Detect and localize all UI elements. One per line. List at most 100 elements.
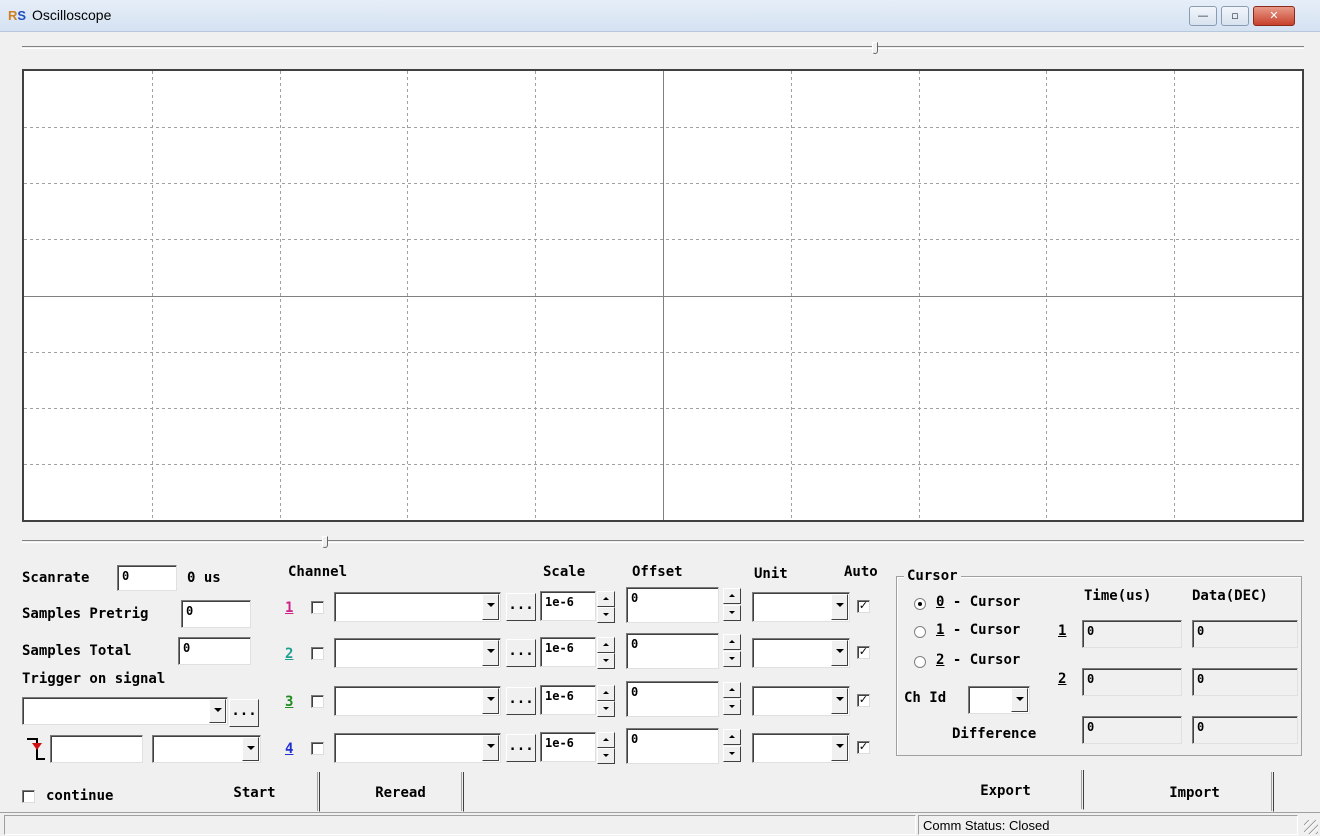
scale-spinner[interactable] [597,685,615,717]
channel-offset-input[interactable]: 0 [626,587,719,623]
spin-up-icon[interactable] [723,729,741,745]
scanrate-input[interactable]: 0 [117,565,177,591]
channel-unit-select[interactable] [752,638,850,668]
maximize-button[interactable]: ▫ [1221,6,1249,26]
channel-auto-checkbox[interactable]: ✓ [857,646,870,659]
continue-label: continue [46,788,114,804]
offset-spinner[interactable] [723,682,741,716]
channel-enable-checkbox[interactable] [311,647,324,660]
chevron-down-icon[interactable] [831,640,848,666]
trigger-level-input[interactable] [50,735,143,763]
cursor-0-radio[interactable] [914,598,926,610]
spin-down-icon[interactable] [597,607,615,623]
chevron-down-icon[interactable] [242,737,259,761]
channel-unit-select[interactable] [752,733,850,763]
cursor-2-radio[interactable] [914,656,926,668]
channel-number: 3 [285,694,294,710]
channel-browse-button[interactable]: ... [506,593,536,621]
samples-total-label: Samples Total [22,643,132,659]
channel-unit-select[interactable] [752,686,850,716]
channel-signal-select[interactable] [334,638,501,668]
offset-spinner[interactable] [723,634,741,668]
scale-spinner[interactable] [597,591,615,623]
chevron-down-icon[interactable] [482,640,499,666]
spin-up-icon[interactable] [597,591,615,607]
cursor-1-radio[interactable] [914,626,926,638]
channel-enable-checkbox[interactable] [311,695,324,708]
trigger-browse-button[interactable]: ... [229,699,259,727]
channel-unit-select[interactable] [752,592,850,622]
slider-thumb[interactable] [872,42,878,54]
spin-up-icon[interactable] [597,685,615,701]
channel-scale-input[interactable]: 1e-6 [540,685,596,715]
spin-up-icon[interactable] [723,682,741,698]
chevron-down-icon[interactable] [1011,688,1028,712]
spin-up-icon[interactable] [723,588,741,604]
spin-down-icon[interactable] [597,748,615,764]
import-button[interactable]: Import [1116,772,1274,812]
channel-signal-select[interactable] [334,592,501,622]
channel-number: 4 [285,741,294,757]
chevron-down-icon[interactable] [831,735,848,761]
cursor1-time-field: 0 [1082,620,1182,648]
scope-display[interactable] [22,69,1304,522]
offset-spinner[interactable] [723,588,741,622]
minimize-button[interactable]: — [1189,6,1217,26]
chevron-down-icon[interactable] [482,688,499,714]
spin-down-icon[interactable] [597,653,615,669]
cursor1-data-field: 0 [1192,620,1298,648]
slider-thumb[interactable] [322,536,328,548]
channel-enable-checkbox[interactable] [311,742,324,755]
spin-down-icon[interactable] [597,701,615,717]
spin-up-icon[interactable] [597,637,615,653]
bottom-time-slider[interactable] [22,536,1304,548]
channel-signal-select[interactable] [334,733,501,763]
channel-browse-button[interactable]: ... [506,687,536,715]
trigger-edge-select[interactable] [152,735,261,763]
channel-scale-input[interactable]: 1e-6 [540,637,596,667]
channel-offset-input[interactable]: 0 [626,633,719,669]
channel-offset-input[interactable]: 0 [626,728,719,764]
top-time-slider[interactable] [22,42,1304,54]
scale-spinner[interactable] [597,637,615,669]
channel-enable-checkbox[interactable] [311,601,324,614]
channel-browse-button[interactable]: ... [506,734,536,762]
channel-scale-input[interactable]: 1e-6 [540,732,596,762]
scale-spinner[interactable] [597,732,615,764]
continue-checkbox[interactable] [22,790,35,803]
channel-signal-select[interactable] [334,686,501,716]
trigger-signal-select[interactable] [22,697,228,725]
chevron-down-icon[interactable] [482,594,499,620]
unit-header: Unit [754,566,788,582]
chevron-down-icon[interactable] [831,688,848,714]
spin-down-icon[interactable] [723,746,741,762]
resize-grip-icon[interactable] [1304,820,1318,834]
channel-offset-input[interactable]: 0 [626,681,719,717]
spin-down-icon[interactable] [723,605,741,621]
spin-up-icon[interactable] [723,634,741,650]
channel-browse-button[interactable]: ... [506,639,536,667]
samples-total-input[interactable]: 0 [178,637,251,665]
offset-spinner[interactable] [723,729,741,763]
channel-scale-input[interactable]: 1e-6 [540,591,596,621]
channel-auto-checkbox[interactable]: ✓ [857,600,870,613]
chid-select[interactable] [968,686,1030,714]
app-logo-icon: RS [8,8,27,23]
spin-up-icon[interactable] [597,732,615,748]
channel-auto-checkbox[interactable]: ✓ [857,694,870,707]
start-button[interactable]: Start [190,772,320,812]
chevron-down-icon[interactable] [831,594,848,620]
scanrate-label: Scanrate [22,570,90,586]
spin-down-icon[interactable] [723,699,741,715]
difference-label: Difference [952,726,1037,742]
close-button[interactable]: ✕ [1253,6,1295,26]
offset-header: Offset [632,564,683,580]
spin-down-icon[interactable] [723,651,741,667]
samples-pretrig-input[interactable]: 0 [181,600,251,628]
chevron-down-icon[interactable] [209,699,226,723]
slider-track [22,46,1304,49]
chevron-down-icon[interactable] [482,735,499,761]
export-button[interactable]: Export [928,770,1084,810]
reread-button[interactable]: Reread [338,772,464,812]
channel-auto-checkbox[interactable]: ✓ [857,741,870,754]
